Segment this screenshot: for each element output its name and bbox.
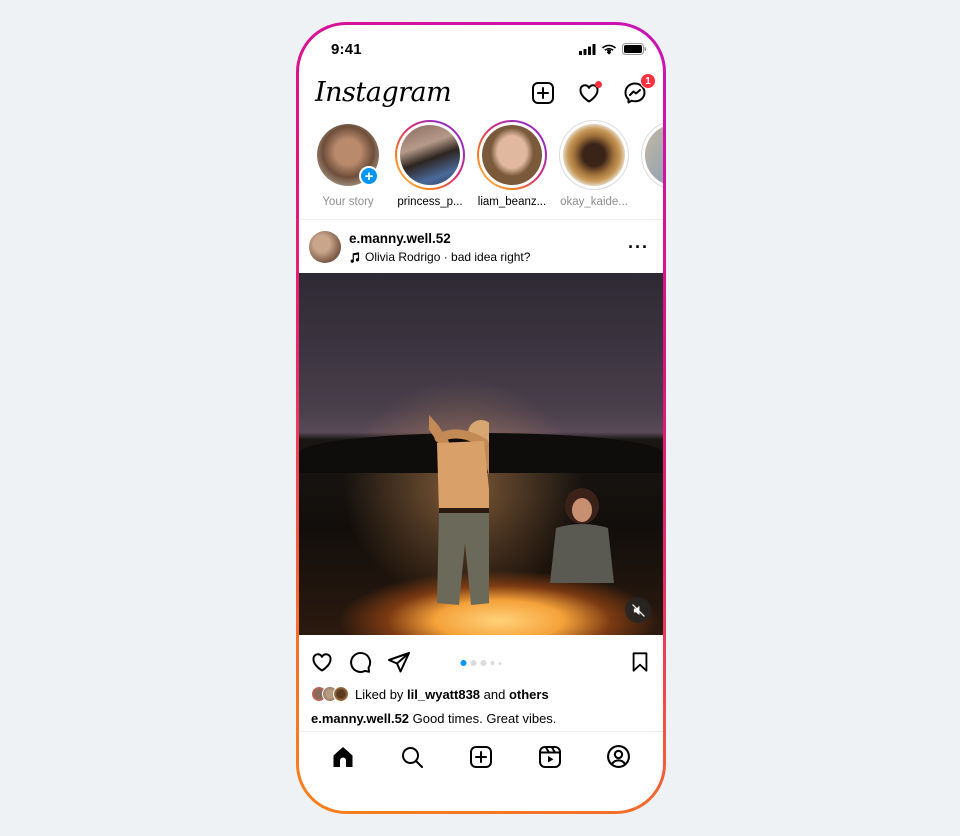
story-item[interactable]: pia.in: [639, 120, 663, 219]
avatar: [645, 124, 663, 186]
plus-square-icon: [469, 745, 492, 768]
liked-by-and: and: [480, 686, 509, 702]
header-actions: 1: [529, 73, 656, 107]
liker-avatars: [311, 686, 349, 702]
liked-by-prefix: Liked by: [355, 686, 408, 702]
story-item-own[interactable]: + Your story: [311, 120, 385, 219]
new-post-button[interactable]: [529, 79, 557, 107]
story-label: princess_p...: [397, 196, 463, 208]
nav-profile[interactable]: [604, 742, 634, 772]
post-actions: [299, 639, 663, 683]
carousel-dot: [490, 661, 495, 665]
carousel-indicator: [460, 660, 502, 666]
sitting-person: [550, 488, 614, 583]
bookmark-icon: [632, 652, 648, 672]
mute-toggle-button[interactable]: [625, 597, 651, 623]
search-icon: [402, 746, 424, 768]
post-audio[interactable]: Olivia Rodrigo · bad idea right?: [349, 250, 530, 264]
music-note-icon: [350, 251, 360, 263]
avatar: [563, 124, 625, 186]
muted-speaker-icon: [631, 603, 645, 617]
story-item[interactable]: princess_p...: [393, 120, 467, 219]
messages-badge: 1: [640, 73, 656, 89]
nav-create[interactable]: [466, 742, 496, 772]
post-caption: e.manny.well.52 Good times. Great vibes.: [311, 711, 651, 726]
carousel-dot-active: [460, 660, 467, 666]
nav-search[interactable]: [397, 742, 427, 772]
avatar: [400, 125, 460, 185]
liked-by-user[interactable]: lil_wyatt838: [407, 687, 480, 702]
stories-tray: + Your story princess_p... liam_beanz...…: [299, 120, 663, 220]
wifi-icon: [601, 44, 617, 55]
instagram-logo[interactable]: Instagram: [315, 77, 452, 108]
dancing-person: [429, 414, 489, 605]
nav-home[interactable]: [328, 742, 358, 772]
bottom-nav: [299, 731, 663, 781]
status-bar: 9:41: [299, 25, 663, 73]
avatar: [482, 125, 542, 185]
post-header: e.manny.well.52 Olivia Rodrigo · bad ide…: [299, 221, 663, 273]
home-icon: [333, 746, 353, 767]
comment-icon: [350, 651, 372, 673]
carousel-dot: [470, 660, 477, 666]
carousel-dot: [498, 661, 502, 665]
app-header: Instagram 1: [299, 73, 663, 117]
battery-icon: [622, 43, 647, 55]
send-icon: [388, 652, 410, 673]
messenger-button[interactable]: 1: [621, 73, 656, 107]
story-label: okay_kaide...: [560, 196, 628, 208]
activity-button[interactable]: [575, 79, 603, 107]
likes-summary[interactable]: Liked by lil_wyatt838 and others: [311, 685, 651, 703]
story-label: pia.in: [662, 196, 663, 208]
like-button[interactable]: [309, 649, 335, 675]
post-username[interactable]: e.manny.well.52: [349, 231, 451, 246]
avatar: [333, 686, 349, 702]
heart-icon: [312, 653, 332, 672]
phone-frame: 9:41 Instagram 1 + Your story princess_p…: [296, 22, 666, 814]
story-item[interactable]: liam_beanz...: [475, 120, 549, 219]
share-button[interactable]: [386, 649, 412, 675]
save-button[interactable]: [627, 649, 653, 675]
comment-button[interactable]: [347, 649, 373, 675]
phone-screen: 9:41 Instagram 1 + Your story princess_p…: [299, 25, 663, 811]
caption-text: Good times. Great vibes.: [409, 711, 557, 726]
liked-by-others[interactable]: others: [509, 687, 549, 702]
post-media[interactable]: [299, 273, 663, 635]
story-label: liam_beanz...: [477, 196, 547, 208]
more-options-button[interactable]: ···: [628, 237, 649, 258]
signal-icon: [579, 43, 596, 55]
audio-track: Olivia Rodrigo · bad idea right?: [365, 250, 531, 264]
post-author-avatar[interactable]: [309, 231, 341, 263]
carousel-dot: [480, 660, 487, 666]
status-time: 9:41: [331, 41, 362, 58]
reels-icon: [538, 745, 561, 768]
story-item[interactable]: okay_kaide...: [557, 120, 631, 219]
add-story-button[interactable]: +: [359, 166, 379, 186]
story-label: Your story: [322, 196, 374, 208]
plus-square-icon: [532, 82, 554, 104]
nav-reels[interactable]: [535, 742, 565, 772]
notification-dot: [595, 81, 602, 88]
profile-icon: [607, 745, 631, 768]
caption-username[interactable]: e.manny.well.52: [311, 711, 409, 726]
status-icons: [579, 43, 647, 55]
